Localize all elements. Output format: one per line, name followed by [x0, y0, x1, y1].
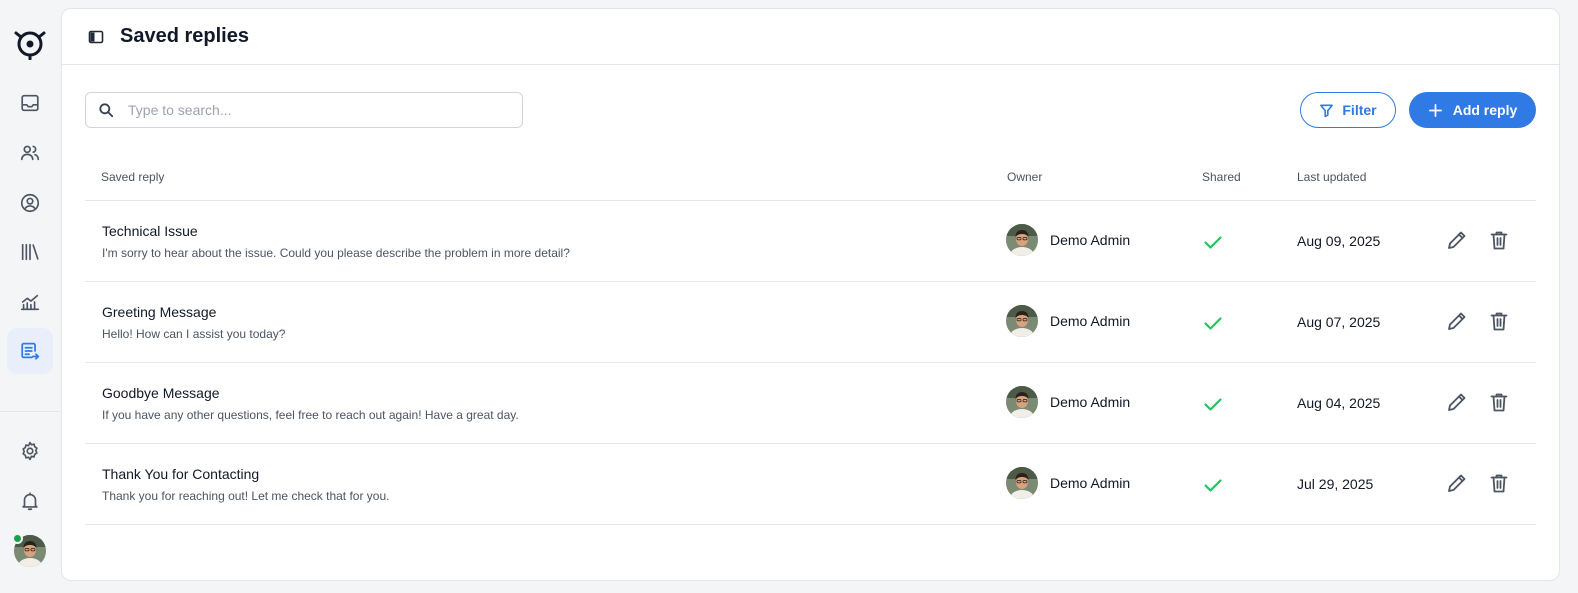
reply-body: Thank you for reaching out! Let me check…	[102, 489, 390, 503]
last-updated: Aug 04, 2025	[1297, 395, 1381, 411]
current-user-menu[interactable]	[12, 533, 46, 567]
trash-icon[interactable]	[1488, 229, 1510, 251]
owner-name: Demo Admin	[1050, 232, 1131, 248]
reply-body: Hello! How can I assist you today?	[102, 327, 286, 341]
reply-title[interactable]: Goodbye Message	[102, 385, 519, 401]
reply-body: If you have any other questions, feel fr…	[102, 408, 519, 422]
owner-cell: Demo Admin	[1006, 467, 1130, 499]
reply-title[interactable]: Technical Issue	[102, 223, 570, 239]
users-icon	[20, 145, 40, 161]
last-updated: Aug 07, 2025	[1297, 314, 1381, 330]
reply-body: I'm sorry to hear about the issue. Could…	[102, 246, 570, 260]
column-header-owner[interactable]: Owner	[1007, 170, 1042, 184]
sidebar-item-teams[interactable]	[7, 130, 53, 176]
column-header-saved-reply[interactable]: Saved reply	[101, 170, 164, 184]
table-row[interactable]: Technical Issue I'm sorry to hear about …	[85, 201, 1536, 282]
app-window: Saved replies Filter Add repl	[0, 0, 1578, 593]
owner-avatar	[1006, 386, 1038, 418]
reply-cell: Greeting Message Hello! How can I assist…	[102, 304, 285, 341]
reply-cell: Thank You for Contacting Thank you for r…	[102, 466, 390, 503]
search-box[interactable]	[85, 92, 523, 128]
trash-icon[interactable]	[1488, 472, 1510, 494]
edit-icon[interactable]	[1446, 310, 1468, 332]
shared-check-icon	[1202, 312, 1224, 334]
owner-cell: Demo Admin	[1006, 305, 1130, 337]
sidebar-divider	[0, 411, 60, 412]
online-status-dot	[12, 533, 23, 544]
table-row[interactable]: Greeting Message Hello! How can I assist…	[85, 282, 1536, 363]
sidebar-toggle-icon[interactable]	[88, 29, 104, 45]
trash-icon[interactable]	[1488, 310, 1510, 332]
last-updated: Jul 29, 2025	[1297, 476, 1374, 492]
edit-icon[interactable]	[1446, 391, 1468, 413]
owner-avatar	[1006, 467, 1038, 499]
owner-name: Demo Admin	[1050, 313, 1131, 329]
reply-cell: Technical Issue I'm sorry to hear about …	[102, 223, 570, 260]
shared-check-icon	[1202, 393, 1224, 415]
reply-cell: Goodbye Message If you have any other qu…	[102, 385, 519, 422]
last-updated: Aug 09, 2025	[1297, 233, 1381, 249]
table-header: Saved reply Owner Shared Last updated	[85, 157, 1536, 201]
owner-avatar	[1006, 305, 1038, 337]
add-reply-button[interactable]: Add reply	[1409, 92, 1536, 128]
main-panel: Saved replies Filter Add repl	[61, 8, 1560, 581]
saved-replies-table: Saved reply Owner Shared Last updated Te…	[85, 157, 1536, 525]
sidebar-item-saved-replies[interactable]	[7, 328, 53, 374]
search-icon	[99, 103, 114, 118]
owner-cell: Demo Admin	[1006, 386, 1130, 418]
gear-icon	[22, 441, 38, 461]
reply-title[interactable]: Greeting Message	[102, 304, 285, 320]
edit-icon[interactable]	[1446, 472, 1468, 494]
filter-icon	[1320, 104, 1334, 117]
sidebar-item-reports[interactable]	[7, 279, 53, 325]
sidebar-item-contacts[interactable]	[7, 180, 53, 226]
trash-icon[interactable]	[1488, 391, 1510, 413]
panel-header: Saved replies	[62, 9, 1559, 65]
sidebar-item-library[interactable]	[7, 229, 53, 275]
toolbar: Filter Add reply	[85, 92, 1536, 129]
user-circle-icon	[20, 193, 40, 213]
owner-cell: Demo Admin	[1006, 224, 1130, 256]
page-title: Saved replies	[120, 25, 249, 47]
sidebar-item-settings[interactable]	[7, 428, 53, 474]
library-icon	[21, 243, 39, 261]
reply-title[interactable]: Thank You for Contacting	[102, 466, 390, 482]
add-reply-button-label: Add reply	[1452, 102, 1518, 118]
table-row[interactable]: Thank You for Contacting Thank you for r…	[85, 444, 1536, 525]
bell-icon	[22, 492, 38, 511]
owner-avatar	[1006, 224, 1038, 256]
edit-icon[interactable]	[1446, 229, 1468, 251]
filter-button[interactable]: Filter	[1300, 92, 1396, 128]
saved-replies-icon	[21, 342, 40, 360]
table-row[interactable]: Goodbye Message If you have any other qu…	[85, 363, 1536, 444]
inbox-icon	[21, 94, 39, 112]
plus-icon	[1428, 103, 1442, 117]
analytics-icon	[20, 294, 40, 311]
table-body: Technical Issue I'm sorry to hear about …	[85, 201, 1536, 525]
filter-button-label: Filter	[1342, 102, 1377, 118]
column-header-last-updated[interactable]: Last updated	[1297, 170, 1366, 184]
column-header-shared[interactable]: Shared	[1202, 170, 1241, 184]
sidebar-item-inbox[interactable]	[7, 80, 53, 126]
owner-name: Demo Admin	[1050, 394, 1131, 410]
shared-check-icon	[1202, 474, 1224, 496]
search-input[interactable]	[128, 102, 508, 118]
sidebar	[0, 0, 60, 593]
sidebar-item-notifications[interactable]	[7, 478, 53, 524]
shared-check-icon	[1202, 231, 1224, 253]
app-logo[interactable]	[12, 24, 48, 61]
owner-name: Demo Admin	[1050, 475, 1131, 491]
